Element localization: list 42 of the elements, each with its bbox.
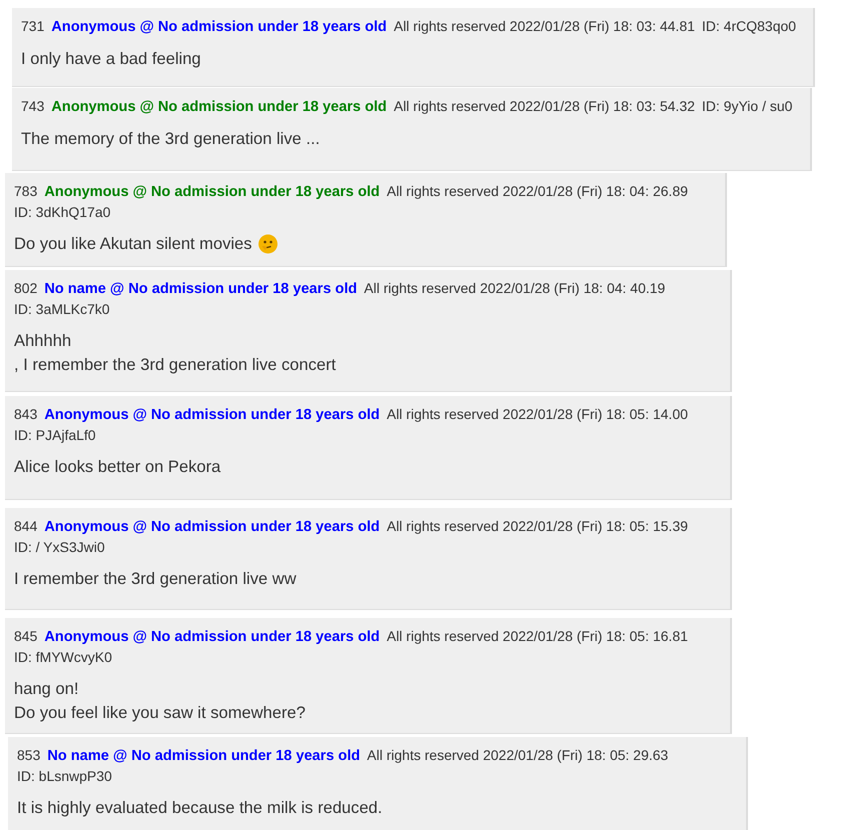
post-id: ID: 3aMLKc7k0 xyxy=(14,300,110,319)
author-name: Anonymous @ No admission under 18 years old xyxy=(44,406,380,425)
post-id: ID: / YxS3Jwi0 xyxy=(14,538,105,557)
message-text: The memory of the 3rd generation live ... xyxy=(21,128,320,150)
message-text: It is highly evaluated because the milk is reduced. xyxy=(17,797,382,819)
post-date: All rights reserved 2022/01/28 (Fri) 18: 05: 14.00 xyxy=(386,405,688,424)
post-date: All rights reserved 2022/01/28 (Fri) 18: 05: 16.81 xyxy=(386,627,688,646)
post-number: 845 xyxy=(14,627,38,646)
author-name: Anonymous @ No admission under 18 years old xyxy=(51,98,387,117)
message-text: , I remember the 3rd generation live concert xyxy=(14,354,336,376)
message-text: Do you feel like you saw it somewhere? xyxy=(14,702,306,724)
post-date: All rights reserved 2022/01/28 (Fri) 18: 05: 15.39 xyxy=(386,517,688,536)
message-text: hang on! xyxy=(14,678,79,700)
post-number: 802 xyxy=(14,279,38,298)
post-id: ID: fMYWcvyK0 xyxy=(14,648,112,667)
post-number: 843 xyxy=(14,405,38,424)
post-date: All rights reserved 2022/01/28 (Fri) 18: 03: 44.81 xyxy=(394,17,695,36)
post-number: 844 xyxy=(14,517,38,536)
message-text: I remember the 3rd generation live ww xyxy=(14,568,296,590)
post-number: 743 xyxy=(21,97,44,116)
author-name: Anonymous @ No admission under 18 years old xyxy=(44,183,380,202)
author-name: No name @ No admission under 18 years old xyxy=(47,747,360,766)
post-number: 783 xyxy=(14,182,38,201)
post-number: 731 xyxy=(21,17,44,36)
post-id: ID: 9yYio / su0 xyxy=(702,97,792,116)
post-date: All rights reserved 2022/01/28 (Fri) 18: 04: 40.19 xyxy=(364,279,666,298)
post-date: All rights reserved 2022/01/28 (Fri) 18: 03: 54.32 xyxy=(394,97,695,116)
post-id: ID: 4rCQ83qo0 xyxy=(702,17,796,36)
author-name: Anonymous @ No admission under 18 years old xyxy=(51,18,387,37)
post-id: ID: 3dKhQ17a0 xyxy=(14,203,111,222)
post-date: All rights reserved 2022/01/28 (Fri) 18: 05: 29.63 xyxy=(367,746,668,765)
post-number: 853 xyxy=(17,746,40,765)
post-id: ID: bLsnwpP30 xyxy=(17,767,112,786)
post-date: All rights reserved 2022/01/28 (Fri) 18: 04: 26.89 xyxy=(386,182,688,201)
message-text: Ahhhhh xyxy=(14,330,72,352)
message-text: Alice looks better on Pekora xyxy=(14,456,221,478)
message-text: I only have a bad feeling xyxy=(21,48,201,70)
author-name: Anonymous @ No admission under 18 years old xyxy=(44,628,380,647)
post-id: ID: PJAjfaLf0 xyxy=(14,426,96,445)
author-name: No name @ No admission under 18 years old xyxy=(44,280,358,299)
author-name: Anonymous @ No admission under 18 years old xyxy=(44,518,380,537)
message-text: Do you like Akutan silent movies xyxy=(14,233,252,255)
